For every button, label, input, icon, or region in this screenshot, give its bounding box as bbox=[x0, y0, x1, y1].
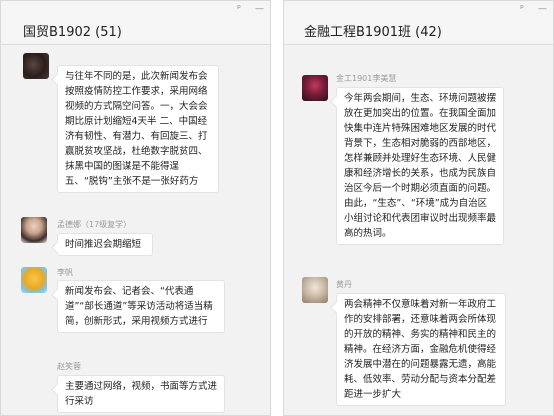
left-window-controls: ᵖ — bbox=[237, 4, 264, 14]
sender-name: 黄丹 bbox=[336, 280, 352, 289]
sender-name: 孟德娜（17级复学） bbox=[57, 220, 132, 229]
message-bubble[interactable]: 与往年不同的是，此次新闻发布会按照疫情防控工作要求，采用网络视频的方式隔空问答。… bbox=[57, 65, 219, 193]
right-message-list[interactable]: 金工1901李美慧 今年两会期间，生态、环境问题被摆放在更加突出的位置。在我国全… bbox=[284, 45, 553, 415]
left-chat-title: 国贸B1902 (51) bbox=[23, 25, 122, 40]
message-text: 与往年不同的是，此次新闻发布会按照疫情防控工作要求，采用网络视频的方式隔空问答。… bbox=[65, 71, 208, 187]
message-bubble[interactable]: 今年两会期间，生态、环境问题被摆放在更加突出的位置。在我国全面加快集中连片特殊困… bbox=[336, 87, 504, 245]
screenshot: 国贸B1902 (51) ᵖ — 与往年不同的是，此次新闻发布会按照疫情防控工作… bbox=[0, 0, 554, 416]
left-title-bar: 国贸B1902 (51) ᵖ — bbox=[1, 1, 270, 45]
right-chat-title: 金融工程B1901班 (42) bbox=[304, 25, 442, 40]
avatar[interactable] bbox=[21, 217, 47, 243]
sender-name: 赵笑蓉 bbox=[57, 362, 81, 371]
right-title-bar: 金融工程B1901班 (42) ᵖ — bbox=[284, 1, 553, 45]
minimize-icon[interactable]: — bbox=[538, 4, 547, 14]
pin-icon[interactable]: ᵖ bbox=[237, 4, 241, 14]
message-text: 今年两会期间，生态、环境问题被摆放在更加突出的位置。在我国全面加快集中连片特殊困… bbox=[344, 93, 497, 239]
left-message-list[interactable]: 与往年不同的是，此次新闻发布会按照疫情防控工作要求，采用网络视频的方式隔空问答。… bbox=[1, 45, 270, 415]
message-text: 新闻发布会、记者会、“代表通道”“部长通道”等采访活动将适当精简，创新形式，采用… bbox=[65, 286, 213, 327]
sender-name: 李帆 bbox=[57, 268, 73, 277]
message-text: 两会精神不仅意味着对新一年政府工作的安排部署，还意味着两会所体现的开放的精神、务… bbox=[344, 299, 497, 400]
message-bubble[interactable]: 主要通过网络，视频，书面等方式进行采访 bbox=[57, 375, 225, 413]
avatar[interactable] bbox=[302, 75, 328, 101]
avatar[interactable] bbox=[302, 277, 328, 303]
minimize-icon[interactable]: — bbox=[255, 4, 264, 14]
pin-icon[interactable]: ᵖ bbox=[520, 4, 524, 14]
right-chat-window: 金融工程B1901班 (42) ᵖ — 金工1901李美慧 今年两会期间，生态、… bbox=[283, 0, 554, 416]
right-window-controls: ᵖ — bbox=[520, 4, 547, 14]
message-text: 主要通过网络，视频，书面等方式进行采访 bbox=[65, 381, 218, 407]
left-chat-window: 国贸B1902 (51) ᵖ — 与往年不同的是，此次新闻发布会按照疫情防控工作… bbox=[0, 0, 271, 416]
avatar[interactable] bbox=[23, 53, 49, 79]
message-bubble[interactable]: 时间推迟会期缩短 bbox=[57, 233, 153, 256]
message-text: 时间推迟会期缩短 bbox=[65, 239, 142, 250]
message-bubble[interactable]: 两会精神不仅意味着对新一年政府工作的安排部署，还意味着两会所体现的开放的精神、务… bbox=[336, 293, 506, 406]
sender-name: 金工1901李美慧 bbox=[336, 74, 397, 83]
avatar[interactable] bbox=[21, 267, 47, 293]
message-bubble[interactable]: 新闻发布会、记者会、“代表通道”“部长通道”等采访活动将适当精简，创新形式，采用… bbox=[57, 280, 225, 333]
